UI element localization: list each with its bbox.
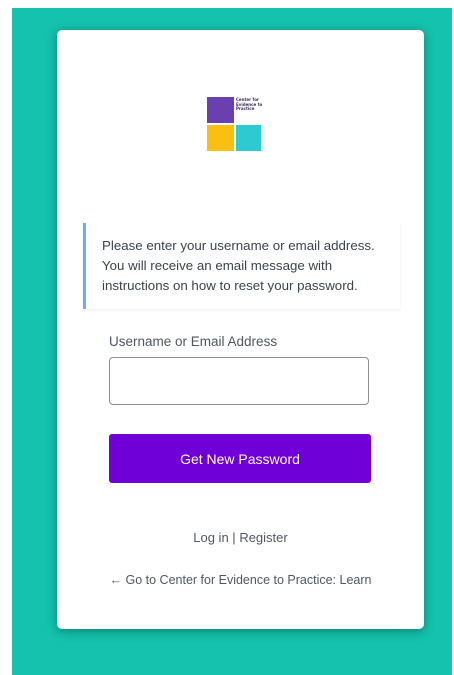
login-card: Center for Evidence to Practice Please e… <box>57 30 424 629</box>
get-new-password-button[interactable]: Get New Password <box>109 434 371 483</box>
nav-links: Log in | Register <box>57 530 424 545</box>
site-logo[interactable]: Center for Evidence to Practice <box>207 97 267 157</box>
username-email-input[interactable] <box>109 357 369 405</box>
back-to-site-link[interactable]: ← Go to Center for Evidence to Practice:… <box>110 573 372 587</box>
username-field-label: Username or Email Address <box>109 334 278 349</box>
logo-cyan-square <box>236 125 261 151</box>
login-link[interactable]: Log in <box>193 530 228 545</box>
nav-separator: | <box>232 530 236 545</box>
notice-message: Please enter your username or email addr… <box>102 238 375 293</box>
logo-text: Center for Evidence to Practice <box>236 97 263 112</box>
back-to-site: ← Go to Center for Evidence to Practice:… <box>107 570 374 590</box>
logo-yellow-square <box>207 125 234 151</box>
register-link[interactable]: Register <box>239 530 287 545</box>
info-notice: Please enter your username or email addr… <box>83 223 400 309</box>
logo-purple-square <box>207 97 234 123</box>
